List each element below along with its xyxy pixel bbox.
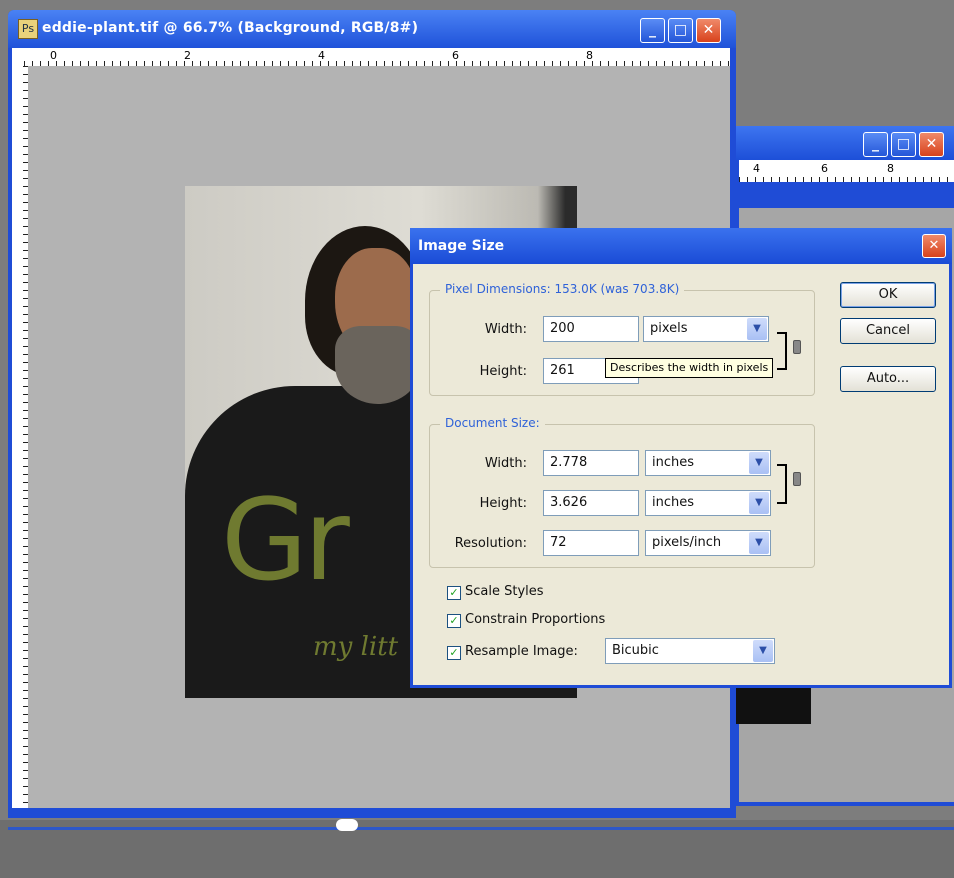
horizontal-scrollbar-track[interactable] (8, 827, 954, 830)
pixel-link-bracket (777, 332, 787, 370)
photo-tagline-text: my litt (313, 632, 399, 662)
maximize-button[interactable]: □ (668, 18, 693, 43)
ok-button[interactable]: OK (840, 282, 936, 308)
resample-method-value: Bicubic (612, 643, 659, 658)
resample-image-checkbox[interactable]: ✓ (447, 646, 461, 660)
chain-link-icon (793, 340, 801, 354)
auto-button[interactable]: Auto... (840, 366, 936, 392)
resolution-label: Resolution: (454, 536, 527, 551)
doc-width-unit-value: inches (652, 455, 695, 470)
chevron-down-icon[interactable]: ▼ (753, 640, 773, 662)
pixel-width-label: Width: (484, 322, 527, 337)
dialog-titlebar[interactable]: Image Size ✕ (410, 228, 952, 264)
resample-image-label[interactable]: Resample Image: (465, 644, 578, 659)
doc-width-input[interactable]: 2.778 (543, 450, 639, 476)
doc-width-unit-select[interactable]: inches ▼ (645, 450, 771, 476)
doc-height-input[interactable]: 3.626 (543, 490, 639, 516)
ruler-label: 6 (821, 162, 828, 175)
close-button[interactable]: ✕ (696, 18, 721, 43)
pixel-width-unit-select[interactable]: pixels ▼ (643, 316, 769, 342)
ruler-origin-corner[interactable] (12, 48, 24, 66)
cancel-button[interactable]: Cancel (840, 318, 936, 344)
ruler-label: 6 (452, 49, 459, 62)
photo-logo-text: Gr (221, 476, 350, 606)
left-ruler (12, 66, 28, 808)
back-window-titlebar[interactable]: _ □ ✕ (735, 126, 954, 160)
scale-styles-checkbox[interactable]: ✓ (447, 586, 461, 600)
chevron-down-icon[interactable]: ▼ (749, 492, 769, 514)
ruler-label: 4 (318, 49, 325, 62)
pixel-width-unit-value: pixels (650, 321, 688, 336)
back-window-blue-strip (739, 182, 954, 208)
dialog-title: Image Size (418, 238, 505, 254)
width-tooltip: Describes the width in pixels (605, 358, 774, 378)
top-ruler: 0 2 4 6 8 (24, 48, 730, 66)
resample-method-select[interactable]: Bicubic ▼ (605, 638, 775, 664)
chain-link-icon (793, 472, 801, 486)
back-window-image-fragment (735, 686, 811, 724)
resolution-unit-select[interactable]: pixels/inch ▼ (645, 530, 771, 556)
scale-styles-label[interactable]: Scale Styles (465, 584, 544, 599)
back-window-maximize-button[interactable]: □ (891, 132, 916, 157)
pixel-height-label: Height: (479, 364, 527, 379)
document-size-legend: Document Size: (440, 416, 545, 430)
chevron-down-icon[interactable]: ▼ (747, 318, 767, 340)
ruler-label: 8 (586, 49, 593, 62)
pixel-width-input[interactable]: 200 (543, 316, 639, 342)
ruler-label: 8 (887, 162, 894, 175)
chevron-down-icon[interactable]: ▼ (749, 532, 769, 554)
doc-height-unit-value: inches (652, 495, 695, 510)
photoshop-app-icon: Ps (18, 19, 38, 39)
resolution-unit-value: pixels/inch (652, 535, 722, 550)
image-size-dialog[interactable]: Image Size ✕ Pixel Dimensions: 153.0K (w… (410, 228, 952, 688)
scrollbar-handle[interactable] (336, 819, 358, 831)
doc-height-unit-select[interactable]: inches ▼ (645, 490, 771, 516)
doc-link-bracket (777, 464, 787, 504)
ruler-label: 4 (753, 162, 760, 175)
back-window-close-button[interactable]: ✕ (919, 132, 944, 157)
doc-height-label: Height: (479, 496, 527, 511)
main-window-title: eddie-plant.tif @ 66.7% (Background, RGB… (42, 20, 419, 36)
constrain-proportions-label[interactable]: Constrain Proportions (465, 612, 605, 627)
back-window-top-ruler: 4 6 8 (739, 160, 954, 182)
resolution-input[interactable]: 72 (543, 530, 639, 556)
pixel-dimensions-legend: Pixel Dimensions: 153.0K (was 703.8K) (440, 282, 685, 296)
chevron-down-icon[interactable]: ▼ (749, 452, 769, 474)
dialog-close-button[interactable]: ✕ (922, 234, 946, 258)
back-window-minimize-button[interactable]: _ (863, 132, 888, 157)
main-window-titlebar[interactable]: Ps eddie-plant.tif @ 66.7% (Background, … (8, 10, 736, 48)
ruler-label: 0 (50, 49, 57, 62)
ruler-label: 2 (184, 49, 191, 62)
photo-beard (335, 326, 421, 404)
minimize-button[interactable]: _ (640, 18, 665, 43)
constrain-proportions-checkbox[interactable]: ✓ (447, 614, 461, 628)
doc-width-label: Width: (484, 456, 527, 471)
